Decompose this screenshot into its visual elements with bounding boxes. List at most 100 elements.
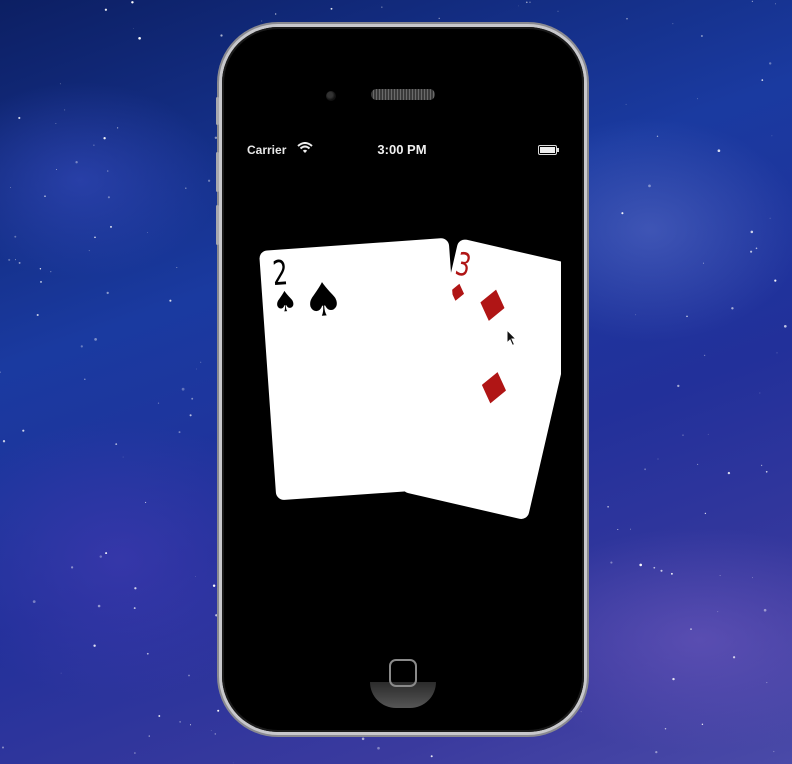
star	[701, 723, 704, 726]
home-button[interactable]	[389, 659, 417, 687]
star	[158, 715, 161, 717]
star	[195, 576, 197, 577]
star	[755, 247, 758, 250]
star	[697, 98, 699, 100]
star	[670, 572, 673, 575]
star	[191, 397, 194, 400]
star	[717, 611, 719, 613]
star	[196, 368, 197, 370]
star	[133, 28, 134, 29]
star	[766, 682, 768, 684]
star	[760, 464, 763, 467]
star	[656, 135, 659, 137]
star	[702, 262, 705, 264]
star	[107, 196, 110, 199]
star	[580, 711, 582, 713]
star	[732, 656, 736, 659]
diamond-icon: ♦	[468, 359, 519, 419]
star	[200, 361, 202, 363]
star	[176, 266, 178, 269]
star	[752, 577, 753, 579]
star	[773, 750, 775, 753]
status-bar: Carrier 3:00 PM	[247, 135, 561, 163]
star	[210, 730, 212, 732]
star	[330, 7, 333, 10]
star	[660, 569, 663, 572]
star	[80, 345, 83, 348]
star	[625, 103, 627, 105]
star	[185, 187, 187, 189]
star	[682, 434, 684, 436]
battery-icon	[538, 145, 559, 155]
star	[750, 230, 754, 234]
star	[207, 179, 211, 182]
star	[134, 587, 137, 590]
star	[430, 755, 433, 758]
star	[664, 728, 667, 730]
star	[104, 8, 108, 11]
star	[759, 392, 761, 394]
star	[517, 5, 519, 7]
star	[94, 236, 96, 239]
star	[8, 258, 11, 261]
star	[212, 584, 216, 587]
star	[147, 231, 148, 233]
star	[644, 468, 646, 471]
star	[697, 463, 699, 465]
star	[275, 13, 277, 15]
star	[2, 746, 4, 749]
star	[776, 352, 778, 354]
star	[774, 3, 776, 5]
star	[707, 433, 709, 435]
star	[769, 217, 771, 219]
star	[131, 1, 134, 4]
star	[727, 471, 731, 475]
star	[2, 440, 6, 443]
star	[169, 299, 172, 302]
star	[648, 184, 651, 188]
star	[783, 324, 787, 328]
star	[181, 387, 185, 391]
star	[148, 735, 150, 737]
star	[36, 313, 39, 317]
star	[763, 608, 767, 612]
star	[768, 62, 772, 65]
earpiece-speaker	[371, 89, 435, 100]
star	[525, 1, 528, 4]
star	[774, 279, 777, 282]
star	[97, 604, 101, 608]
star	[677, 384, 680, 388]
star	[106, 170, 109, 172]
star	[751, 0, 754, 3]
star	[214, 136, 218, 140]
star	[55, 169, 57, 170]
star	[84, 378, 86, 381]
star	[40, 281, 42, 283]
card-two-of-spades[interactable]: 2 ♠ ♠	[259, 237, 466, 501]
volume-up-button	[216, 152, 219, 192]
star	[690, 628, 692, 630]
star	[14, 235, 17, 238]
phone-screen[interactable]: Carrier 3:00 PM 3 ♦ ♦ ♦ 2 ♠ ♠	[247, 135, 561, 605]
star	[529, 1, 531, 3]
star	[117, 127, 119, 129]
star	[157, 402, 160, 404]
star	[765, 470, 768, 473]
star	[32, 600, 36, 603]
spade-icon: ♠	[271, 284, 299, 320]
star	[438, 17, 440, 20]
star	[64, 109, 66, 111]
star	[218, 268, 220, 271]
star	[704, 512, 707, 515]
star	[717, 149, 721, 153]
star	[703, 354, 706, 357]
star	[220, 34, 223, 37]
star	[750, 250, 753, 253]
star	[115, 443, 118, 445]
star	[60, 672, 62, 674]
star	[133, 607, 136, 610]
star	[179, 721, 181, 723]
star	[629, 528, 631, 530]
star	[655, 750, 658, 754]
star	[261, 20, 263, 22]
